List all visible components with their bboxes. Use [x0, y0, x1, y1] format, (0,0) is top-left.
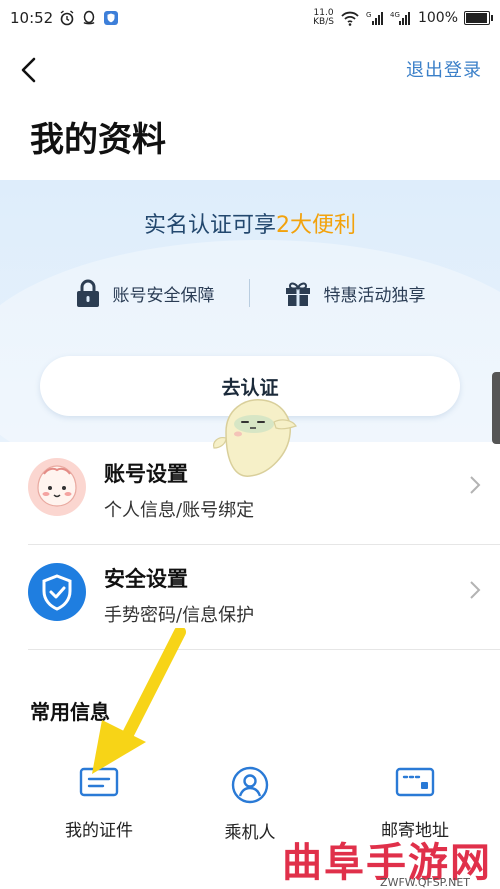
gift-icon — [285, 282, 310, 306]
avatar-icon — [28, 458, 86, 516]
benefit-label: 账号安全保障 — [112, 285, 215, 306]
page-title: 我的资料 — [30, 120, 166, 160]
lock-icon — [76, 279, 99, 307]
status-right: 11.0 KB/S G 4G 100% — [313, 9, 493, 27]
svg-text:4G: 4G — [390, 11, 400, 19]
benefit-account-security: 账号安全保障 — [75, 278, 215, 308]
benefit-label: 特惠活动独享 — [323, 285, 426, 306]
status-time: 10:52 — [10, 9, 54, 27]
battery-fill — [466, 13, 487, 23]
account-settings-item[interactable]: 账号设置 个人信息/账号绑定 — [0, 440, 500, 544]
shortcut-label: 我的证件 — [65, 821, 133, 841]
benefit-divider — [248, 279, 250, 307]
wifi-icon — [341, 11, 359, 26]
chevron-right-icon — [470, 581, 481, 599]
net-speed: 11.0 KB/S — [313, 9, 334, 27]
logout-button[interactable]: 退出登录 — [406, 56, 482, 82]
shield-check-icon — [28, 563, 86, 621]
watermark-url: ZWFW.QFSP.NET — [380, 876, 470, 889]
status-bar: 10:52 11.0 KB/S G 4G 100% — [0, 0, 500, 36]
qq-icon — [83, 10, 95, 25]
security-settings-title: 安全设置 — [104, 566, 188, 591]
shield-app-icon — [104, 11, 119, 25]
passenger-icon — [231, 766, 269, 804]
security-settings-item[interactable]: 安全设置 手势密码/信息保护 — [0, 545, 500, 649]
status-left: 10:52 — [10, 9, 119, 27]
chevron-right-icon — [470, 476, 481, 494]
watermark: 曲阜手游网 ZWFW.QFSP.NET — [282, 830, 492, 889]
battery-icon — [464, 11, 493, 25]
address-card-icon — [395, 767, 435, 797]
security-settings-subtitle: 手势密码/信息保护 — [104, 605, 255, 626]
account-settings-title: 账号设置 — [104, 461, 188, 486]
net-speed-unit: KB/S — [313, 17, 334, 27]
verify-heading-prefix: 实名认证可享 — [143, 213, 276, 238]
signal-icon: G — [366, 11, 383, 25]
my-documents-shortcut[interactable]: 我的证件 — [24, 766, 174, 846]
account-settings-subtitle: 个人信息/账号绑定 — [104, 500, 255, 521]
battery-percent: 100% — [417, 10, 458, 26]
signal-4g-icon: 4G — [390, 11, 410, 25]
back-button[interactable] — [14, 54, 46, 86]
svg-text:G: G — [366, 11, 371, 19]
benefits-row: 账号安全保障 特惠活动独享 — [0, 278, 500, 308]
alarm-icon — [60, 10, 74, 26]
arrow-annotation — [92, 628, 186, 774]
verify-heading: 实名认证可享2大便利 — [0, 207, 500, 239]
scrollbar-handle[interactable] — [492, 372, 500, 444]
verify-heading-highlight: 2大便利 — [276, 213, 356, 238]
benefit-exclusive-offers: 特惠活动独享 — [284, 279, 426, 307]
